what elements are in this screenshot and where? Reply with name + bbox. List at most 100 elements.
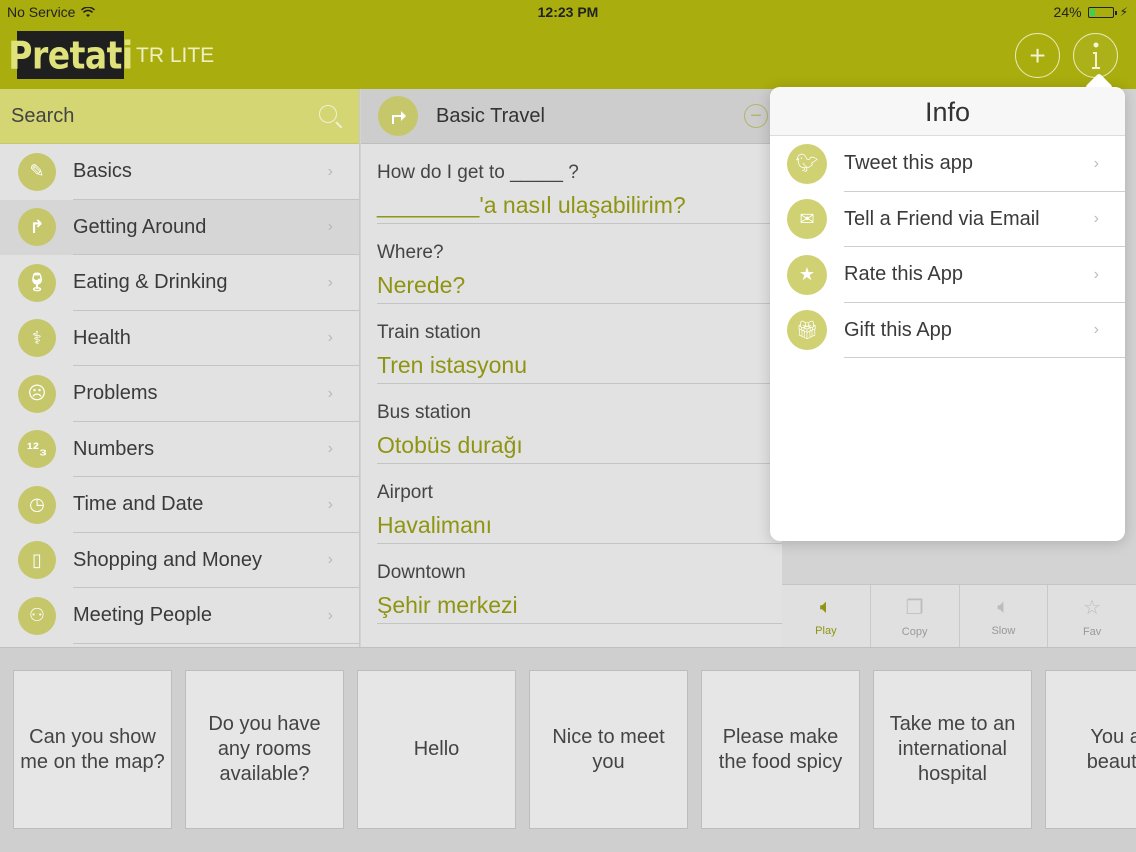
phrase-item[interactable]: Train station Tren istasyonu: [377, 304, 782, 384]
quick-phrase-card[interactable]: You are beautiful: [1045, 670, 1136, 829]
collapse-section-button[interactable]: −: [744, 104, 768, 128]
phrase-item[interactable]: How do I get to _____ ? ________'a nasıl …: [377, 144, 782, 224]
divider: [844, 357, 1125, 358]
copy-label: Copy: [901, 625, 928, 638]
quick-phrases-bar: Can you show me on the map? Do you have a…: [0, 647, 1136, 852]
battery-icon: [1087, 6, 1117, 18]
add-button[interactable]: +: [1015, 33, 1060, 78]
chevron-right-icon: ›: [327, 495, 333, 513]
popover-item[interactable]: 🐦︎ Tweet this app ›: [770, 136, 1125, 192]
popover-item-label: Tweet this app: [844, 152, 973, 175]
turn-arrow-icon: ↱: [18, 208, 56, 247]
popover-title: Info: [770, 87, 1125, 136]
category-item[interactable]: ↱ Getting Around ›: [0, 199, 359, 255]
category-item[interactable]: ¹²₃ Numbers ›: [0, 422, 359, 477]
category-label: Numbers: [73, 437, 155, 460]
category-item[interactable]: ⚇ Meeting People ›: [0, 588, 359, 644]
gift-icon: 🎁︎: [787, 310, 827, 351]
quick-phrase-card[interactable]: Take me to an international hospital: [873, 670, 1032, 829]
category-item[interactable]: ✎ Basics ›: [0, 144, 359, 200]
play-button[interactable]: 🔈︎ Play: [782, 585, 871, 647]
clock-calendar-icon: ◷: [18, 485, 56, 524]
search-input[interactable]: Search: [0, 89, 359, 144]
quick-phrase-card[interactable]: Do you have any rooms available?: [185, 670, 344, 829]
category-label: Shopping and Money: [73, 548, 263, 571]
battery-percent: 24%: [1053, 4, 1082, 20]
phrase-english: Where?: [377, 242, 444, 263]
info-icon: [1091, 42, 1100, 69]
quick-phrase-card[interactable]: Can you show me on the map?: [13, 670, 172, 829]
phrase-turkish: Havalimanı: [377, 512, 493, 538]
phrase-item[interactable]: Bus station Otobüs durağı: [377, 384, 782, 464]
popover-list: 🐦︎ Tweet this app › ✉ Tell a Friend via Emai…: [770, 136, 1125, 358]
chevron-right-icon: ›: [1093, 265, 1099, 283]
quick-phrase-card[interactable]: Hello: [357, 670, 516, 829]
quick-phrase-card[interactable]: Please make the food spicy: [701, 670, 860, 829]
slow-button[interactable]: 🔈︎ Slow: [960, 585, 1049, 647]
phrase-item[interactable]: Downtown Şehir merkezi: [377, 544, 782, 624]
copy-icon: ❐: [905, 596, 924, 619]
phrase-turkish: Tren istasyonu: [377, 352, 527, 378]
chevron-right-icon: ›: [327, 329, 333, 347]
phrase-english: Airport: [377, 482, 433, 503]
chevron-right-icon: ›: [327, 162, 333, 180]
chevron-right-icon: ›: [327, 384, 333, 402]
play-label: Play: [815, 624, 837, 637]
category-item[interactable]: 🍷︎ Eating & Drinking ›: [0, 255, 359, 311]
category-item[interactable]: ☹ Problems ›: [0, 366, 359, 422]
app-header: Pretati TR LITE +: [0, 24, 1136, 89]
category-panel: Search ✎ Basics › ↱ Getting Around › 🍷︎ Eating …: [0, 89, 360, 647]
category-item[interactable]: ⚕ Health ›: [0, 311, 359, 366]
phrase-panel: Basic Travel − How do I get to _____ ? __…: [361, 89, 782, 647]
envelope-icon: ✉: [787, 199, 827, 240]
search-icon: [319, 105, 337, 123]
app-subtitle: TR LITE: [136, 44, 215, 67]
section-title: Basic Travel: [436, 104, 545, 127]
popover-item[interactable]: ★ Rate this App ›: [770, 247, 1125, 303]
phrase-english: Bus station: [377, 402, 471, 423]
minus-icon: −: [750, 105, 762, 127]
chevron-right-icon: ›: [327, 440, 333, 458]
pencil-icon: ✎: [18, 152, 56, 191]
info-button[interactable]: [1073, 33, 1118, 78]
phrase-toolbar: 🔈︎ Play ❐ Copy 🔈︎ Slow ☆ Fav: [782, 584, 1136, 647]
category-label: Basics: [73, 160, 132, 183]
info-popover: Info 🐦︎ Tweet this app › ✉ Tell a Friend via…: [770, 87, 1125, 541]
category-label: Getting Around: [73, 215, 207, 238]
divider: [73, 642, 359, 644]
battery-fill: [1089, 8, 1095, 16]
star-outline-icon: ☆: [1083, 596, 1102, 619]
star-icon: ★: [787, 254, 827, 295]
category-item[interactable]: ◷ Time and Date ›: [0, 477, 359, 533]
category-label: Time and Date: [73, 493, 204, 516]
chevron-right-icon: ›: [1093, 154, 1099, 172]
phrase-item[interactable]: Airport Havalimanı: [377, 464, 782, 544]
plus-icon: +: [1029, 39, 1046, 71]
category-label: Meeting People: [73, 604, 212, 627]
chevron-right-icon: ›: [327, 218, 333, 236]
phrase-turkish: Şehir merkezi: [377, 592, 518, 618]
quick-phrase-card[interactable]: Nice to meet you: [529, 670, 688, 829]
charging-bolt-icon: ⚡: [1119, 5, 1128, 19]
favorite-button[interactable]: ☆ Fav: [1048, 585, 1136, 647]
popover-item-label: Rate this App: [844, 263, 963, 286]
chevron-right-icon: ›: [1093, 321, 1099, 339]
slow-label: Slow: [991, 624, 1016, 637]
popover-item-label: Gift this App: [844, 318, 952, 341]
category-label: Health: [73, 326, 131, 349]
people-icon: ⚇: [18, 596, 56, 635]
numbers-icon: ¹²₃: [18, 430, 56, 469]
phrase-turkish: Otobüs durağı: [377, 432, 523, 458]
phrase-turkish: Nerede?: [377, 272, 466, 298]
category-list: ✎ Basics › ↱ Getting Around › 🍷︎ Eating & Drink…: [0, 144, 359, 644]
fav-label: Fav: [1082, 625, 1102, 638]
phrase-item[interactable]: Where? Nerede?: [377, 224, 782, 304]
category-item[interactable]: ▯ Shopping and Money ›: [0, 533, 359, 588]
search-placeholder: Search: [11, 104, 75, 127]
popover-item[interactable]: ✉ Tell a Friend via Email ›: [770, 192, 1125, 247]
pretati-logo: Pretati: [8, 31, 133, 79]
stethoscope-icon: ⚕: [18, 319, 56, 358]
copy-button[interactable]: ❐ Copy: [871, 585, 960, 647]
popover-item-label: Tell a Friend via Email: [844, 207, 1040, 230]
popover-item[interactable]: 🎁︎ Gift this App ›: [770, 303, 1125, 358]
